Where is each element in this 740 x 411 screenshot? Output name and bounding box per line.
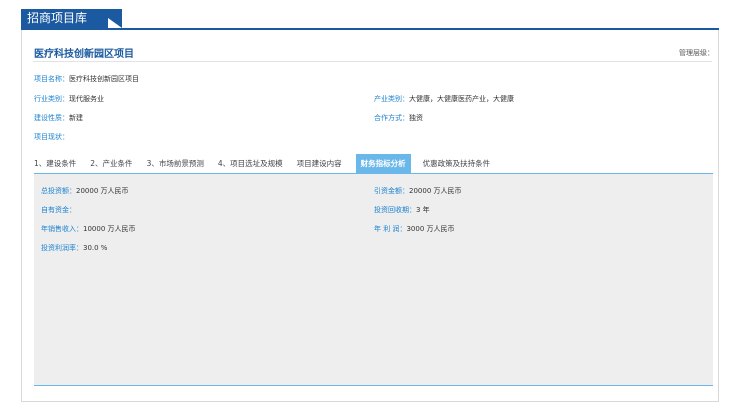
field-value: 医疗科技创新园区项目 [69,75,139,83]
section-title: 招商项目库 [21,9,122,28]
field-cooperation-mode: 合作方式：独资 [374,113,423,123]
field-label: 行业类别： [34,95,69,103]
project-title: 医疗科技创新园区项目 [34,49,134,60]
tab-market-forecast[interactable]: 3、市场前景预测 [147,154,212,173]
field-industry: 行业类别：现代服务业 [34,94,104,104]
field-attracted-amount: 引资金额：20000 万人民币 [374,186,462,196]
field-annual-profit: 年 利 润：3000 万人民币 [374,224,455,234]
tab-preferential-policies[interactable]: 优惠政策及扶持条件 [423,154,499,173]
field-value: 大健康，大健康医药产业，大健康 [409,95,514,103]
field-label: 投资利润率： [41,244,83,252]
title-divider [33,61,712,62]
detail-tabs: 1、建设条件 2、产业条件 3、市场前景预测 4、项目选址及规模 项目建设内容 … [34,154,504,173]
field-value: 独资 [409,114,423,122]
field-value: 20000 万人民币 [409,187,462,195]
field-project-status: 项目现状： [34,132,69,142]
field-label: 建设性质： [34,114,69,122]
field-project-name: 项目名称：医疗科技创新园区项目 [34,74,139,84]
field-value: 3 年 [416,206,430,214]
field-roi: 投资利润率：30.0 % [41,243,107,253]
field-label: 产业类别： [374,95,409,103]
field-label: 总投资额： [41,187,76,195]
field-value: 现代服务业 [69,95,104,103]
field-own-funds: 自有资金： [41,205,76,215]
field-label: 项目现状： [34,133,69,141]
field-value: 20000 万人民币 [76,187,129,195]
field-label: 引资金额： [374,187,409,195]
field-label: 投资回收期： [374,206,416,214]
field-construction-nature: 建设性质：新建 [34,113,83,123]
tab-construction-content[interactable]: 项目建设内容 [297,154,350,173]
management-level-label: 管理层级： [679,49,714,57]
field-label: 自有资金： [41,206,76,214]
field-product-category: 产业类别：大健康，大健康医药产业，大健康 [374,94,514,104]
field-value: 新建 [69,114,83,122]
field-label: 项目名称： [34,75,69,83]
field-label: 合作方式： [374,114,409,122]
tab-financial-analysis[interactable]: 财务指标分析 [355,154,411,173]
field-label: 年销售收入： [41,225,83,233]
field-payback-period: 投资回收期：3 年 [374,205,430,215]
field-value: 10000 万人民币 [83,225,136,233]
tab-site-and-scale[interactable]: 4、项目选址及规模 [218,154,291,173]
field-annual-sales: 年销售收入：10000 万人民币 [41,224,136,234]
tab-industry-conditions[interactable]: 2、产业条件 [90,154,140,173]
tab-construction-conditions[interactable]: 1、建设条件 [34,154,84,173]
field-value: 3000 万人民币 [406,225,455,233]
field-total-investment: 总投资额：20000 万人民币 [41,186,129,196]
field-label: 年 利 润： [374,225,407,233]
field-value: 30.0 % [83,244,108,252]
